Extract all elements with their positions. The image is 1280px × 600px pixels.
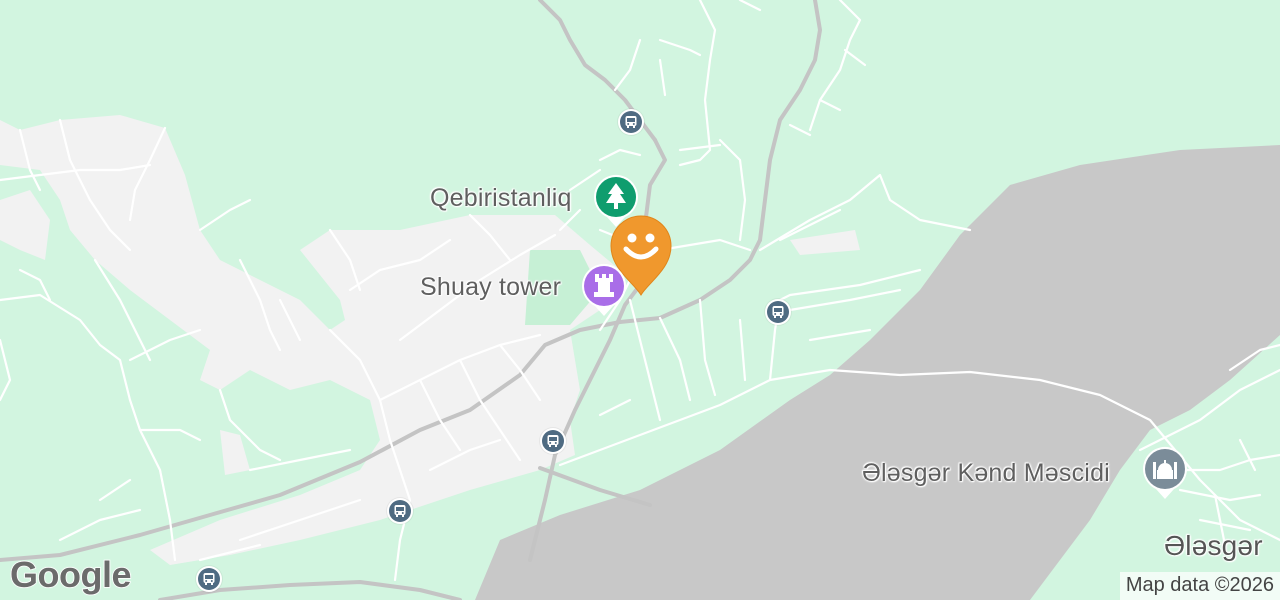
bus-stop[interactable] — [540, 428, 566, 454]
place-label[interactable]: Qebiristanliq — [430, 184, 572, 213]
bus-icon — [772, 306, 784, 318]
town-label[interactable]: Ələsgər — [1164, 530, 1263, 562]
bus-stop[interactable] — [387, 498, 413, 524]
place-pin-qebiristanliq[interactable] — [592, 173, 640, 229]
place-pin-shuay-tower[interactable] — [580, 262, 628, 318]
bus-icon — [547, 435, 559, 447]
bus-stop[interactable] — [196, 566, 222, 592]
google-logo: Google — [9, 553, 132, 596]
map-canvas[interactable] — [0, 0, 1280, 600]
bus-icon — [394, 505, 406, 517]
place-label[interactable]: Ələsgər Kənd Məscidi — [862, 459, 1110, 488]
bus-icon — [203, 573, 215, 585]
place-pin-mosque[interactable] — [1141, 445, 1189, 501]
place-label[interactable]: Shuay tower — [420, 273, 561, 302]
bus-icon — [625, 116, 637, 128]
bus-stop[interactable] — [618, 109, 644, 135]
bus-stop[interactable] — [765, 299, 791, 325]
map-copyright[interactable]: Map data ©2026 — [1119, 572, 1280, 600]
